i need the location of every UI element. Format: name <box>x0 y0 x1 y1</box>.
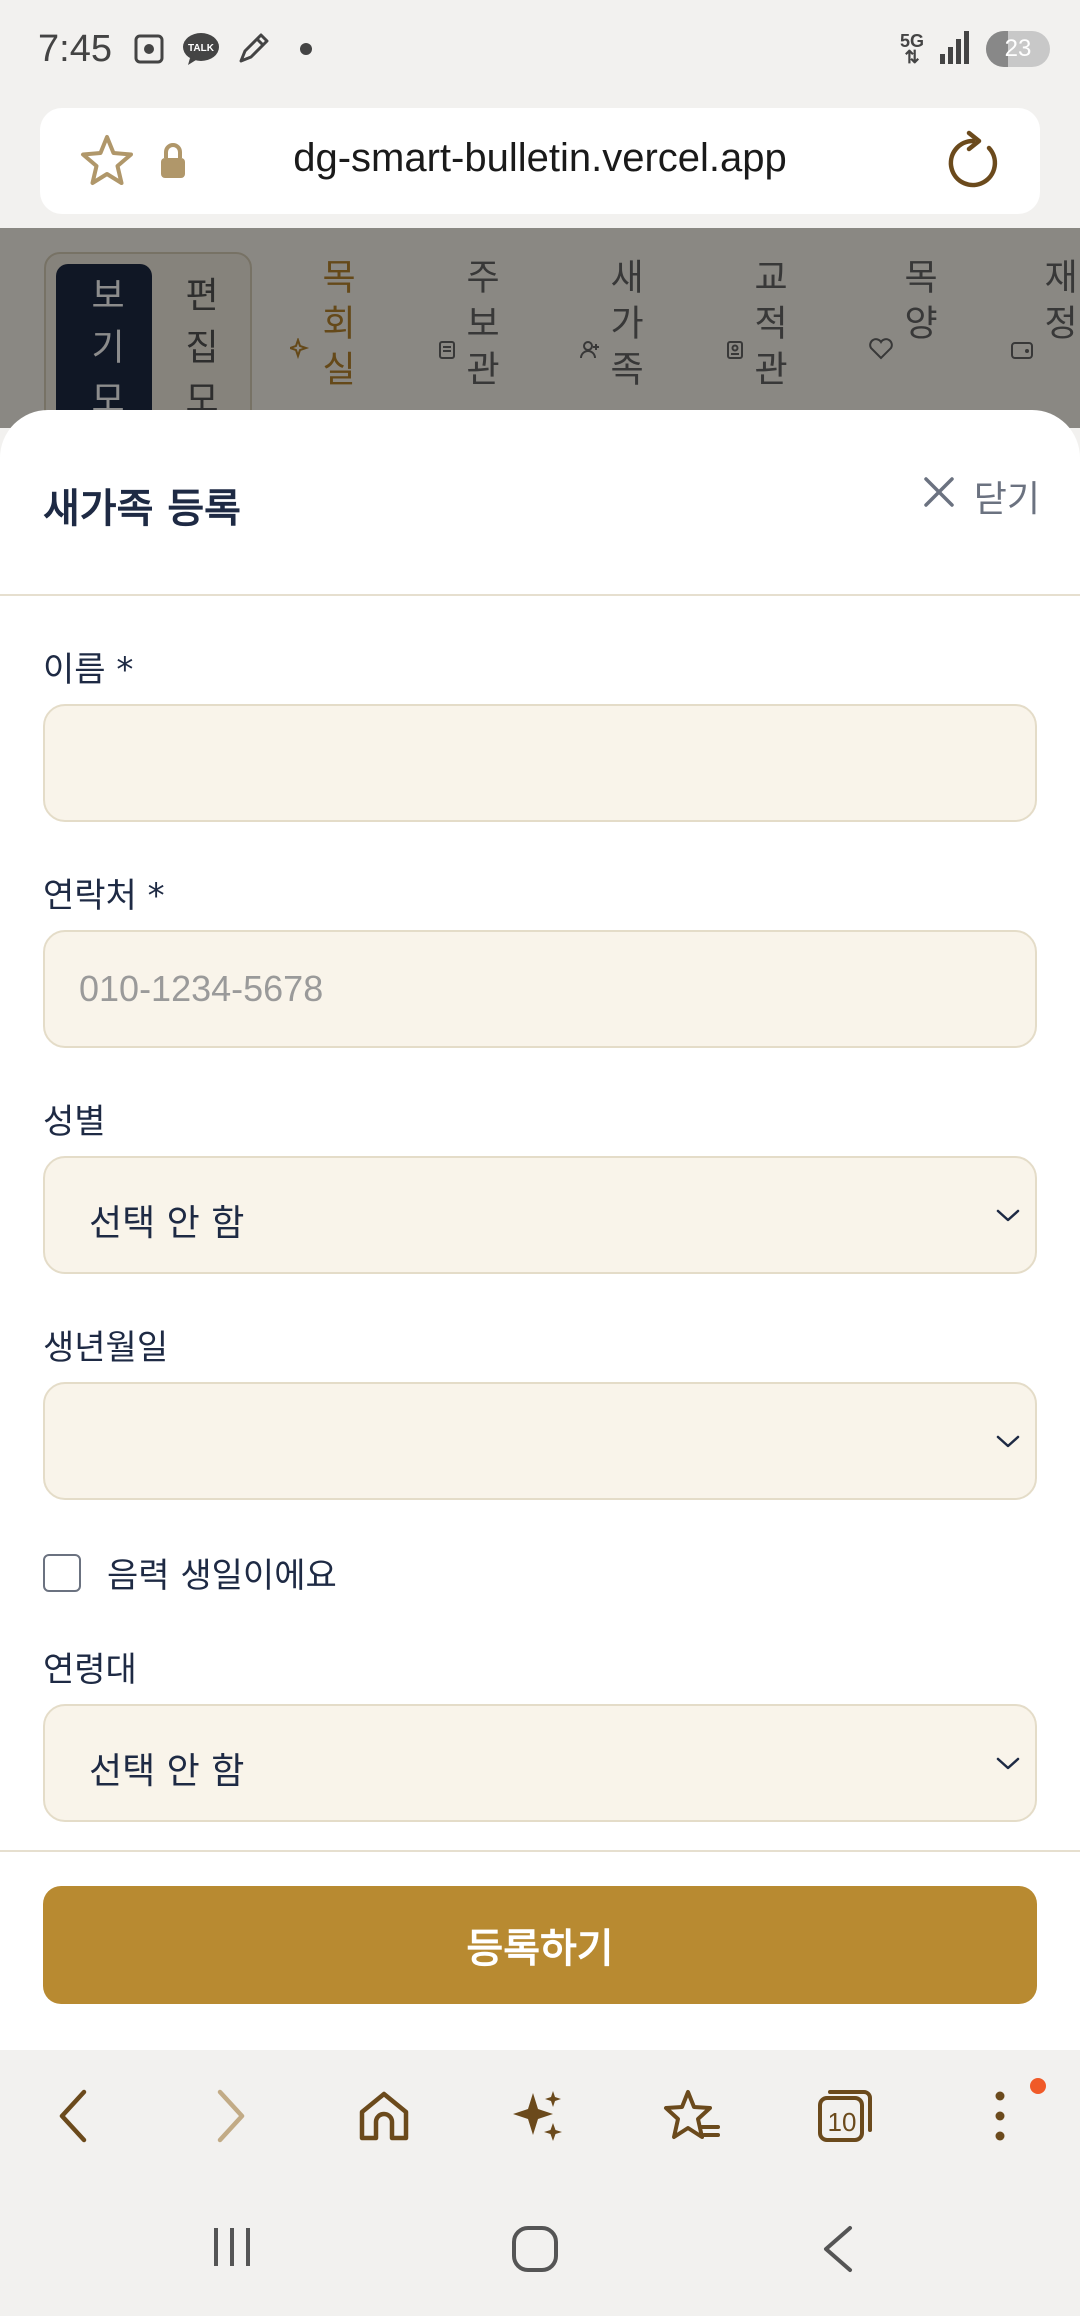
phone-placeholder: 010-1234-5678 <box>79 968 324 1009</box>
recent-apps-icon[interactable] <box>210 2224 254 2274</box>
modal-backdrop[interactable] <box>0 228 1080 428</box>
home-nav-icon[interactable] <box>510 2224 560 2278</box>
chevron-down-icon <box>993 1748 1023 1782</box>
status-time: 7:45 <box>38 28 112 70</box>
bookmarks-icon[interactable] <box>660 2084 724 2148</box>
chevron-down-icon <box>993 1426 1023 1460</box>
lunar-birthday-checkbox[interactable] <box>43 1553 81 1592</box>
notification-dot <box>1030 2078 1046 2094</box>
status-notification-icons: TALK <box>130 30 312 68</box>
lunar-birthday-label[interactable]: 음력 생일이에요 <box>107 1548 337 1597</box>
phone-label: 연락처 * <box>43 876 165 916</box>
gender-select[interactable]: 선택 안 함 <box>43 1156 1037 1274</box>
forward-icon[interactable] <box>198 2084 262 2148</box>
birthday-select[interactable] <box>43 1382 1037 1500</box>
url-text[interactable]: dg-smart-bulletin.vercel.app <box>40 136 1040 181</box>
signal-icon <box>938 30 972 68</box>
screenshot-icon <box>130 30 168 68</box>
tabs-count: 10 <box>827 2106 857 2137</box>
battery-indicator: 23 <box>986 31 1050 67</box>
system-navigation-bar <box>0 2180 1080 2316</box>
network-5g-icon: 5G ⇅ <box>899 31 924 67</box>
close-icon <box>922 475 956 518</box>
back-icon[interactable] <box>42 2084 106 2148</box>
chevron-down-icon <box>993 1200 1023 1234</box>
status-system-icons: 5G ⇅ 23 <box>900 30 1050 68</box>
home-icon[interactable] <box>352 2084 416 2148</box>
status-bar: 7:45 TALK 5G ⇅ 23 <box>0 0 1080 100</box>
birthday-label: 생년월일 <box>43 1328 169 1368</box>
sheet-title: 새가족 등록 <box>43 486 241 532</box>
lunar-birthday-row[interactable]: 음력 생일이에요 <box>43 1548 337 1597</box>
back-nav-icon[interactable] <box>818 2224 858 2278</box>
reload-icon[interactable] <box>944 130 1002 196</box>
close-label: 닫기 <box>973 479 1040 520</box>
kakaotalk-icon: TALK <box>182 30 220 68</box>
age-group-select[interactable]: 선택 안 함 <box>43 1704 1037 1822</box>
footer-divider <box>0 1850 1080 1852</box>
header-divider <box>0 594 1080 596</box>
name-label: 이름 * <box>43 650 134 690</box>
phone-input[interactable]: 010-1234-5678 <box>43 930 1037 1048</box>
age-group-label: 연령대 <box>43 1650 137 1690</box>
gender-label: 성별 <box>43 1102 106 1142</box>
browser-toolbar: 10 <box>0 2050 1080 2180</box>
pen-icon <box>234 30 272 68</box>
dot-icon <box>300 43 312 55</box>
close-button[interactable]: 닫기 <box>922 470 1040 522</box>
new-family-sheet: 새가족 등록 닫기 이름 * 연락처 * 010-1234-5678 성별 선택… <box>0 410 1080 2050</box>
name-input[interactable] <box>43 704 1037 822</box>
svg-text:TALK: TALK <box>188 43 215 54</box>
submit-button[interactable]: 등록하기 <box>43 1886 1037 2004</box>
tabs-icon[interactable]: 10 <box>814 2084 878 2148</box>
address-bar[interactable]: dg-smart-bulletin.vercel.app <box>40 108 1040 214</box>
ai-sparkle-icon[interactable] <box>506 2084 570 2148</box>
more-icon[interactable] <box>968 2078 1046 2148</box>
